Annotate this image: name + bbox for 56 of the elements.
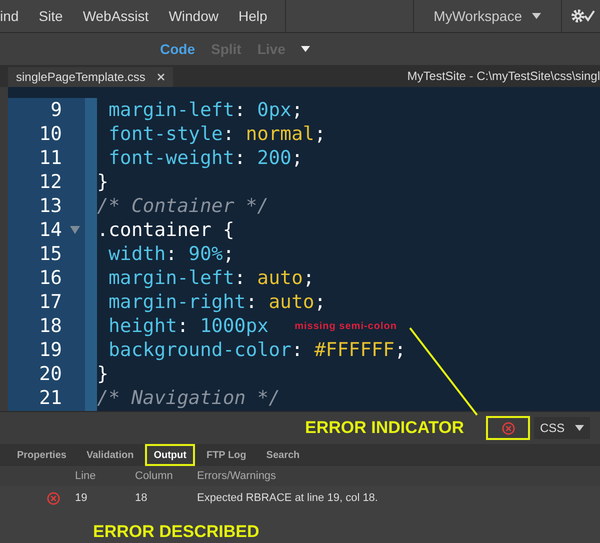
panel-tab[interactable]: FTP Log	[197, 444, 256, 466]
line-number: 12	[38, 171, 62, 193]
gear-check-icon[interactable]	[570, 8, 596, 24]
line-number: 13	[38, 195, 62, 217]
panel-tab[interactable]: Properties	[8, 444, 76, 466]
line-number: 9	[50, 99, 62, 121]
code-line: }	[97, 363, 108, 385]
workspace-dropdown[interactable]: MyWorkspace	[422, 8, 553, 24]
menu-item[interactable]: Help	[238, 8, 268, 24]
code-line: font-weight: 200;	[107, 147, 303, 169]
code-line: font-style: normal;	[107, 123, 326, 145]
view-tab[interactable]: Code	[160, 41, 195, 57]
panel-tab[interactable]: Search	[257, 444, 309, 466]
callout-label: ERROR DESCRIBED	[93, 522, 260, 541]
line-number: 10	[38, 123, 62, 145]
line-number: 14	[38, 219, 62, 241]
menu-item[interactable]: Window	[168, 8, 218, 24]
code-line: margin-right: auto;	[107, 291, 326, 313]
caret-icon	[575, 425, 584, 431]
panel-tab[interactable]: Validation	[77, 444, 143, 466]
code-line: /* Container */	[97, 195, 269, 217]
line-number: 11	[38, 147, 62, 169]
code-line: margin-left: 0px;	[107, 99, 303, 121]
menu-item[interactable]: ind	[0, 8, 19, 24]
close-icon[interactable]	[157, 73, 166, 81]
error-annotation: missing semi-colon	[294, 320, 397, 332]
column-header: Errors/Warnings	[197, 470, 278, 482]
table-cell-text: Expected RBRACE at line 19, col 18.	[197, 492, 379, 504]
language-dropdown[interactable]: CSS	[534, 417, 590, 439]
code-line: margin-left: auto;	[107, 267, 314, 289]
callout-label: ERROR INDICATOR	[305, 418, 464, 438]
menu-item[interactable]: WebAssist	[82, 8, 149, 24]
column-header: Line	[75, 470, 97, 482]
document-tab[interactable]: singlePageTemplate.css	[8, 67, 174, 87]
menu-item[interactable]: Site	[38, 8, 63, 24]
line-number: 21	[38, 387, 62, 409]
table-cell-text: 19	[75, 492, 88, 504]
line-number: 20	[38, 363, 62, 385]
line-number: 18	[38, 315, 62, 337]
code-line: background-color: #FFFFFF;	[107, 339, 406, 361]
line-number: 17	[38, 291, 62, 313]
fold-arrow-icon[interactable]	[70, 226, 80, 234]
code-line: height: 1000px	[107, 315, 269, 337]
line-number: 15	[38, 243, 62, 265]
line-number: 19	[38, 339, 62, 361]
caret-icon	[532, 13, 541, 19]
file-path: MyTestSite - C:\myTestSite\css\singl	[407, 69, 600, 85]
column-header: Column	[135, 470, 174, 482]
code-line: /* Navigation */	[97, 387, 280, 409]
code-line: width: 90%;	[107, 243, 234, 265]
line-number: 16	[38, 267, 62, 289]
code-line: .container {	[97, 219, 234, 241]
table-cell-text: 18	[135, 492, 148, 504]
caret-icon	[301, 46, 310, 52]
panel-tab[interactable]: Output	[144, 444, 196, 466]
code-line: }	[97, 171, 108, 193]
